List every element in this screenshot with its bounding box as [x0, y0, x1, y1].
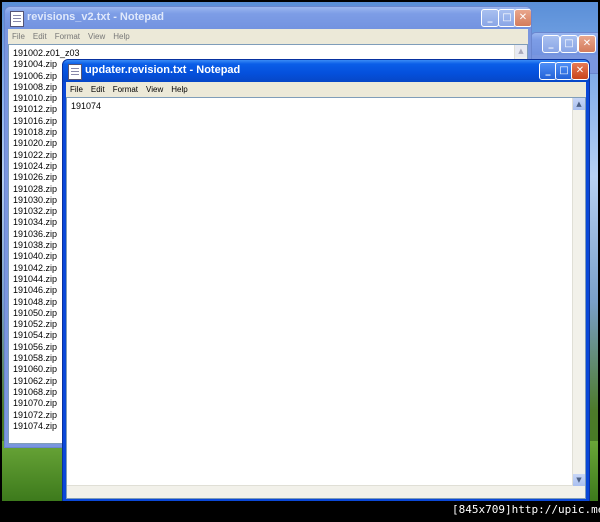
revisions-close-button[interactable]: ✕	[514, 9, 531, 27]
updater-close-button[interactable]: ✕	[571, 62, 589, 80]
scroll-up-icon[interactable]: ▲	[573, 98, 585, 110]
third-window-minimize-button[interactable]: _	[542, 35, 560, 53]
image-host-credit: [845x709]http://upic.me/	[452, 503, 600, 516]
third-window-maximize-button[interactable]: □	[560, 35, 578, 53]
menu-file[interactable]: File	[8, 29, 29, 41]
notepad-icon	[68, 64, 82, 80]
updater-horizontal-scrollbar[interactable]	[67, 485, 573, 498]
updater-notepad-window[interactable]: updater.revision.txt - Notepad _ □ ✕ Fil…	[62, 59, 590, 501]
menu-format[interactable]: Format	[51, 29, 84, 41]
revisions-window-title: revisions_v2.txt - Notepad	[27, 11, 164, 23]
desktop: _ □ ✕ revisions_v2.txt - Notepad _ □ ✕ F…	[2, 2, 598, 501]
menu-format[interactable]: Format	[109, 82, 142, 94]
menu-view[interactable]: View	[84, 29, 109, 41]
menu-edit[interactable]: Edit	[29, 29, 51, 41]
updater-content: 191074	[71, 101, 102, 111]
notepad-icon	[10, 11, 24, 27]
updater-titlebar[interactable]: updater.revision.txt - Notepad _ □ ✕	[63, 60, 589, 82]
updater-text-area[interactable]: 191074 ▲ ▼	[66, 97, 586, 499]
third-window-close-button[interactable]: ✕	[578, 35, 596, 53]
scroll-down-icon[interactable]: ▼	[573, 474, 585, 486]
menu-help[interactable]: Help	[167, 82, 191, 94]
revisions-minimize-button[interactable]: _	[481, 9, 499, 27]
revisions-titlebar[interactable]: revisions_v2.txt - Notepad _ □ ✕	[5, 7, 531, 29]
updater-window-title: updater.revision.txt - Notepad	[85, 64, 241, 76]
scroll-up-icon[interactable]: ▲	[515, 45, 527, 57]
third-window-titlebar[interactable]: _ □ ✕	[531, 33, 598, 55]
menu-view[interactable]: View	[142, 82, 167, 94]
menu-edit[interactable]: Edit	[87, 82, 109, 94]
file-list-line: 191002.z01_z03	[13, 48, 80, 58]
revisions-menubar: File Edit Format View Help	[8, 29, 528, 44]
updater-menubar: File Edit Format View Help	[66, 82, 586, 97]
menu-help[interactable]: Help	[109, 29, 133, 41]
menu-file[interactable]: File	[66, 82, 87, 94]
updater-vertical-scrollbar[interactable]: ▲ ▼	[572, 98, 585, 498]
